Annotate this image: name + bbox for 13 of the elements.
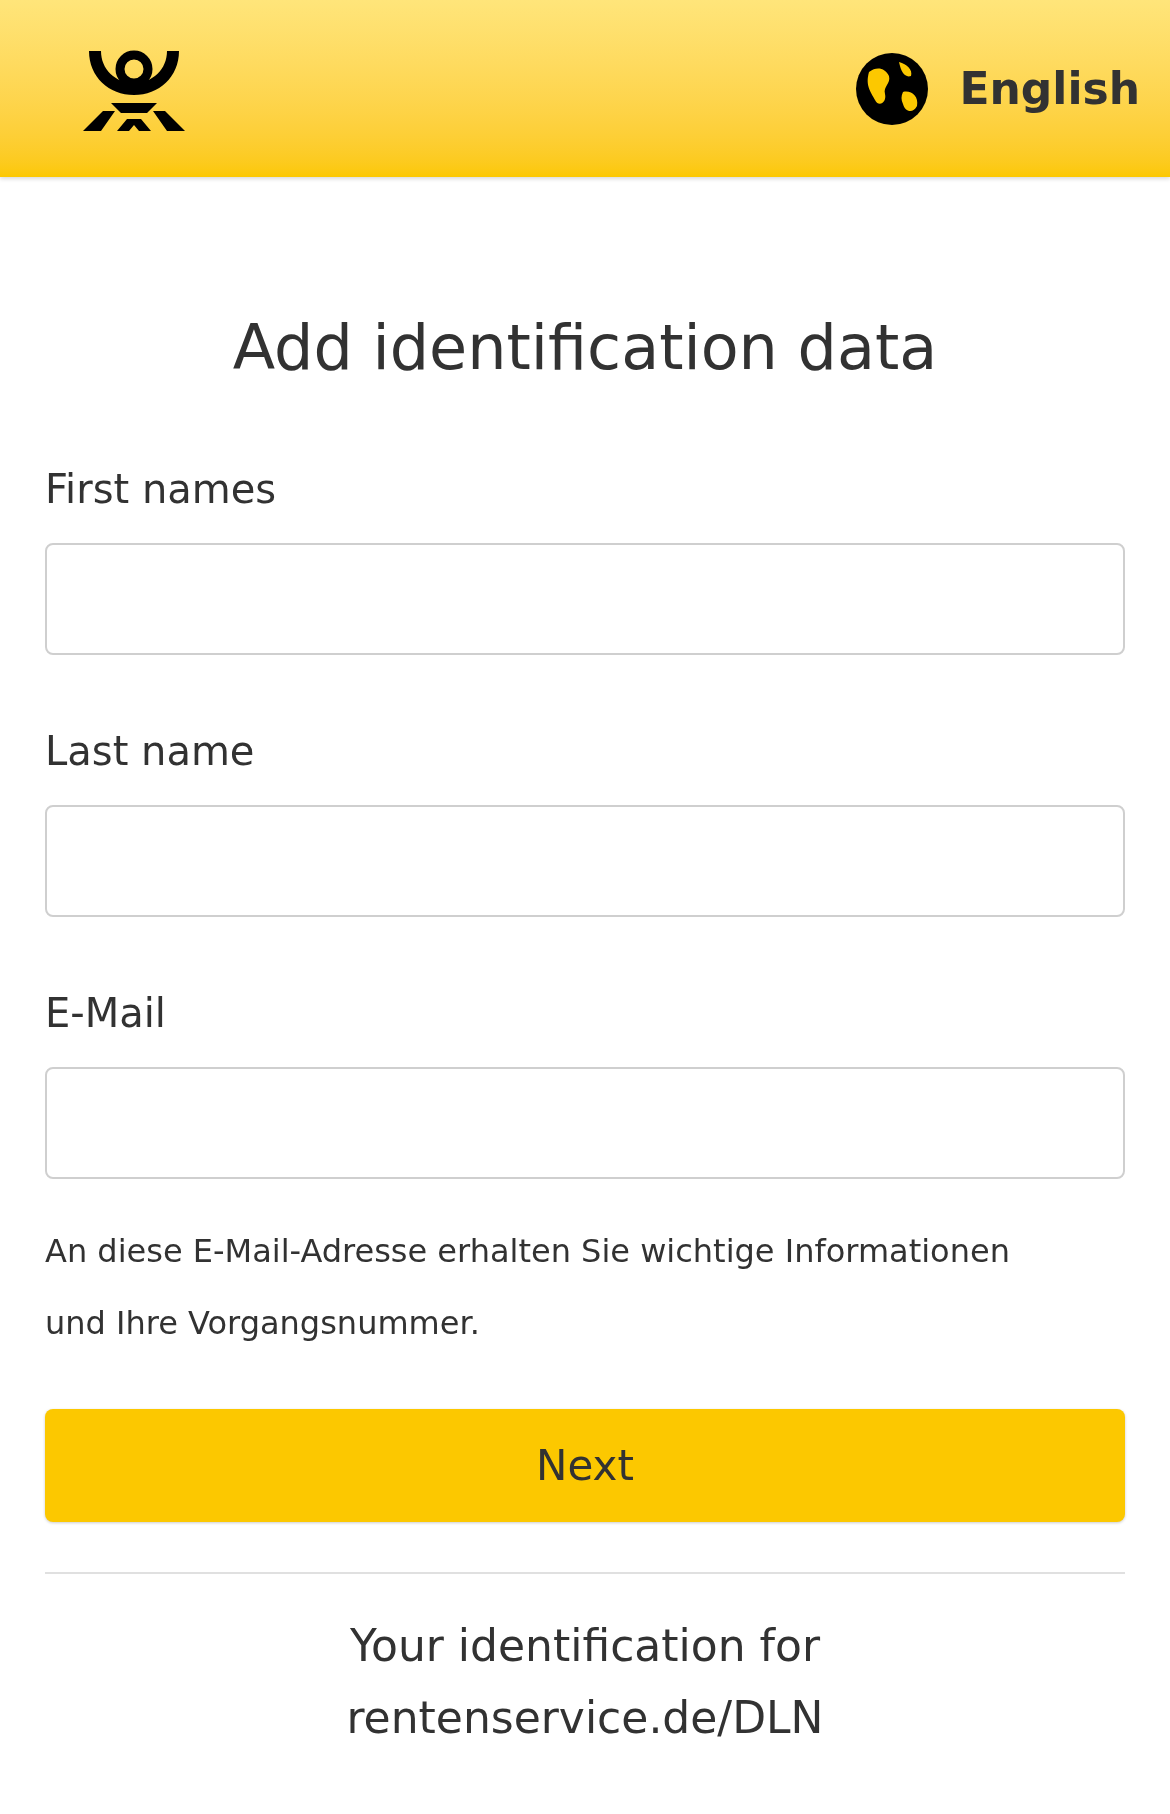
field-label: Last name xyxy=(45,727,256,776)
footer-text: Your identification for xyxy=(349,1619,821,1673)
email-hint: An diese E-Mail-Adresse erhalten Sie wichtige Informationen und Ihre Vorgangsnummer. xyxy=(45,1231,1011,1344)
field-label: E-Mail xyxy=(45,989,167,1038)
input-field[interactable] xyxy=(45,1067,1125,1179)
page-title: Add identification data xyxy=(231,317,939,379)
globe-icon xyxy=(855,51,930,126)
field-label: First names xyxy=(45,465,278,514)
language-button[interactable]: English xyxy=(855,51,1140,126)
next-button[interactable]: Next xyxy=(45,1409,1125,1522)
input-field[interactable] xyxy=(45,543,1125,655)
input-field[interactable] xyxy=(45,805,1125,917)
footer-text: rentenservice.de/DLN xyxy=(346,1691,824,1745)
